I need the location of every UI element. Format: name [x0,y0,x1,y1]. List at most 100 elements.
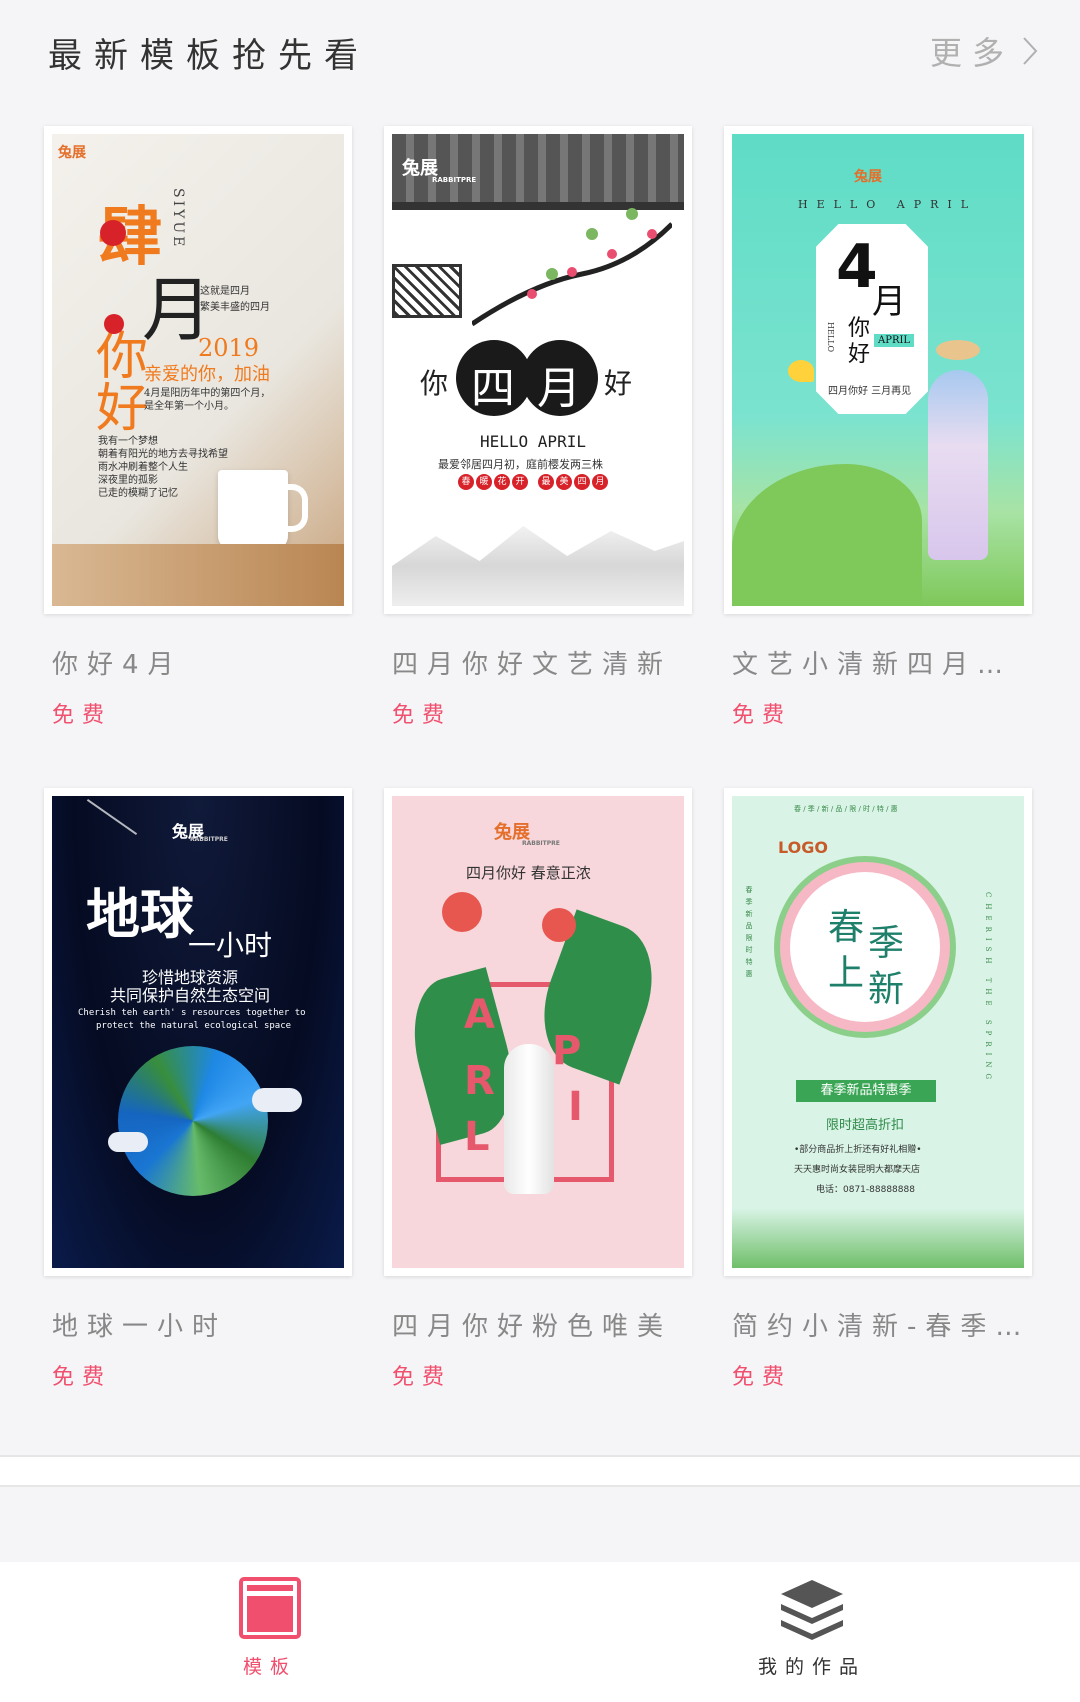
poster-image: 兔展 HELLO APRIL 4 月 你 好 HELLO APRIL 四月你好 … [732,134,1024,606]
hill-illustration [732,464,922,606]
template-thumbnail[interactable]: 兔展 RABBITPRE 四月你好 春意正浓 A P R I L [384,788,692,1276]
template-thumbnail[interactable]: 兔展 RABBITPRE 地球 一小时 珍惜地球资源 共同保护自然生态空间 Ch… [44,788,352,1276]
template-title: 简约小清新-春季上新 [732,1312,1032,1342]
brand-logo: 兔展 [58,145,86,161]
hat-illustration [936,340,980,360]
template-title: 四月你好粉色唯美 [392,1312,673,1342]
rose-decoration [542,908,576,942]
poster-tag: 最 [538,474,554,490]
poster-image: 春 / 季 / 新 / 品 / 限 / 时 / 特 / 惠 LOGO 春季新品限… [732,796,1024,1268]
template-card[interactable]: 兔展 肆 月 你 好 SIYUE 这就是四月 繁美丰盛的四月 2019 亲爱的你… [44,126,352,729]
poster-line: 繁美丰盛的四月 [200,302,270,313]
template-title: 文艺小清新四月你好 [732,650,1032,680]
brand-logo-sub: RABBITPRE [190,836,228,843]
butterfly-decoration [788,360,814,382]
poster-side-text: CHERISH THE SPRING [984,892,992,1086]
rose-decoration [100,220,126,246]
poster-line: 限时超高折扣 [826,1118,905,1133]
poster-image: 兔展 RABBITPRE 你 四 月 好 HELLO APRIL 最爱邻居四月初… [392,134,684,606]
brand-logo-sub: RABBITPRE [522,840,560,847]
branch-illustration [472,208,672,327]
poster-char: 好 [96,379,149,439]
poster-char: 好 [848,342,871,367]
poster-letter: R [464,1058,495,1104]
poster-slogan: 亲爱的你，加油 [144,364,270,385]
template-card[interactable]: 兔展 RABBITPRE 你 四 月 好 HELLO APRIL 最爱邻居四月初… [384,126,692,729]
poster-desc: 是全年第一个小月。 [144,401,234,412]
template-card[interactable]: 兔展 HELLO APRIL 4 月 你 好 HELLO APRIL 四月你好 … [724,126,1032,729]
template-thumbnail[interactable]: 兔展 肆 月 你 好 SIYUE 这就是四月 繁美丰盛的四月 2019 亲爱的你… [44,126,352,614]
poster-char: 好 [604,367,633,400]
brand-logo: LOGO [778,838,828,857]
poster-side-text: SIYUE [170,188,186,250]
template-thumbnail[interactable]: 兔展 HELLO APRIL 4 月 你 好 HELLO APRIL 四月你好 … [724,126,1032,614]
poster-desc: 天天惠时尚女装昆明大都摩天店 [794,1165,921,1175]
brand-logo: 兔展 [854,169,882,185]
poster-sub: 四月你好 三月再见 [828,386,912,397]
poster-year: 2019 [198,334,260,362]
tab-my-works[interactable]: 我的作品 [712,1576,912,1679]
template-card[interactable]: 兔展 RABBITPRE 地球 一小时 珍惜地球资源 共同保护自然生态空间 Ch… [44,788,352,1391]
poster-char: 你 [420,367,449,400]
template-card[interactable]: 春 / 季 / 新 / 品 / 限 / 时 / 特 / 惠 LOGO 春季新品限… [724,788,1032,1391]
poster-tag: 美 [556,474,572,490]
poster-tags: 春暖花开最美四月 [458,474,608,490]
poster-tag: 花 [494,474,510,490]
poster-line: 共同保护自然生态空间 [110,986,271,1005]
template-price: 免费 [732,1365,793,1390]
poster-top-text: 春 / 季 / 新 / 品 / 限 / 时 / 特 / 惠 [794,805,898,813]
mountain-illustration [392,526,684,606]
poster-char: 上 [828,953,865,994]
poster-char: 新 [868,969,905,1010]
poster-badge: APRIL [874,334,915,347]
template-price: 免费 [52,1365,113,1390]
tab-templates[interactable]: 模板 [170,1576,370,1679]
bottom-tab-bar: 模板 我的作品 [0,1562,1080,1702]
brand-logo-sub: RABBITPRE [432,176,477,184]
cloud-decoration [108,1132,148,1152]
section-divider [0,1455,1080,1487]
section-title: 最新模板抢先看 [48,36,370,76]
template-price: 免费 [52,703,113,728]
template-thumbnail[interactable]: 兔展 RABBITPRE 你 四 月 好 HELLO APRIL 最爱邻居四月初… [384,126,692,614]
template-thumbnail[interactable]: 春 / 季 / 新 / 品 / 限 / 时 / 特 / 惠 LOGO 春季新品限… [724,788,1032,1276]
earth-illustration [118,1046,268,1196]
poster-sub: 四月你好 春意正浓 [466,864,591,882]
poster-char: 四 [471,363,515,414]
poster-title: 地球 [86,882,194,946]
section-header: 最新模板抢先看 更多 [0,0,1080,100]
ribbon-banner: 春季新品特惠季 [796,1080,936,1102]
poster-desc: 最爱邻居四月初，庭前樱发两三株 [438,458,603,471]
poster-tag: 四 [574,474,590,490]
poster-line: 这就是四月 [200,286,250,297]
grass-decoration [732,1208,1024,1268]
poster-letter: L [464,1114,490,1160]
table-surface [52,544,344,606]
girl-illustration [928,370,988,560]
poster-letter: A [464,992,495,1038]
template-price: 免费 [392,1365,453,1390]
floral-wreath [790,872,940,1022]
poster-char: 月 [537,363,581,414]
poster-tag: 月 [592,474,608,490]
rose-decoration [104,314,124,334]
poster-en: HELLO APRIL [480,432,586,451]
poster-side-text: HELLO [826,322,835,352]
vase-illustration [504,1044,554,1194]
meteor-decoration [86,798,138,836]
template-price: 免费 [392,703,453,728]
rose-decoration [442,892,482,932]
more-label: 更多 [929,34,1014,72]
poster-tag: 春 [458,474,474,490]
poster-side-text: 春季新品限时特惠 [745,886,753,982]
mug-illustration [218,470,288,550]
template-icon [239,1577,301,1639]
poster-letter: I [568,1084,583,1130]
tab-label: 我的作品 [757,1656,866,1678]
template-title: 四月你好文艺清新 [392,650,673,680]
template-price: 免费 [732,703,793,728]
more-link[interactable]: 更多 [930,28,1040,74]
poster-tag: 暖 [476,474,492,490]
template-title: 你好4月 [52,650,183,680]
template-card[interactable]: 兔展 RABBITPRE 四月你好 春意正浓 A P R I L 四月你好粉色唯… [384,788,692,1391]
